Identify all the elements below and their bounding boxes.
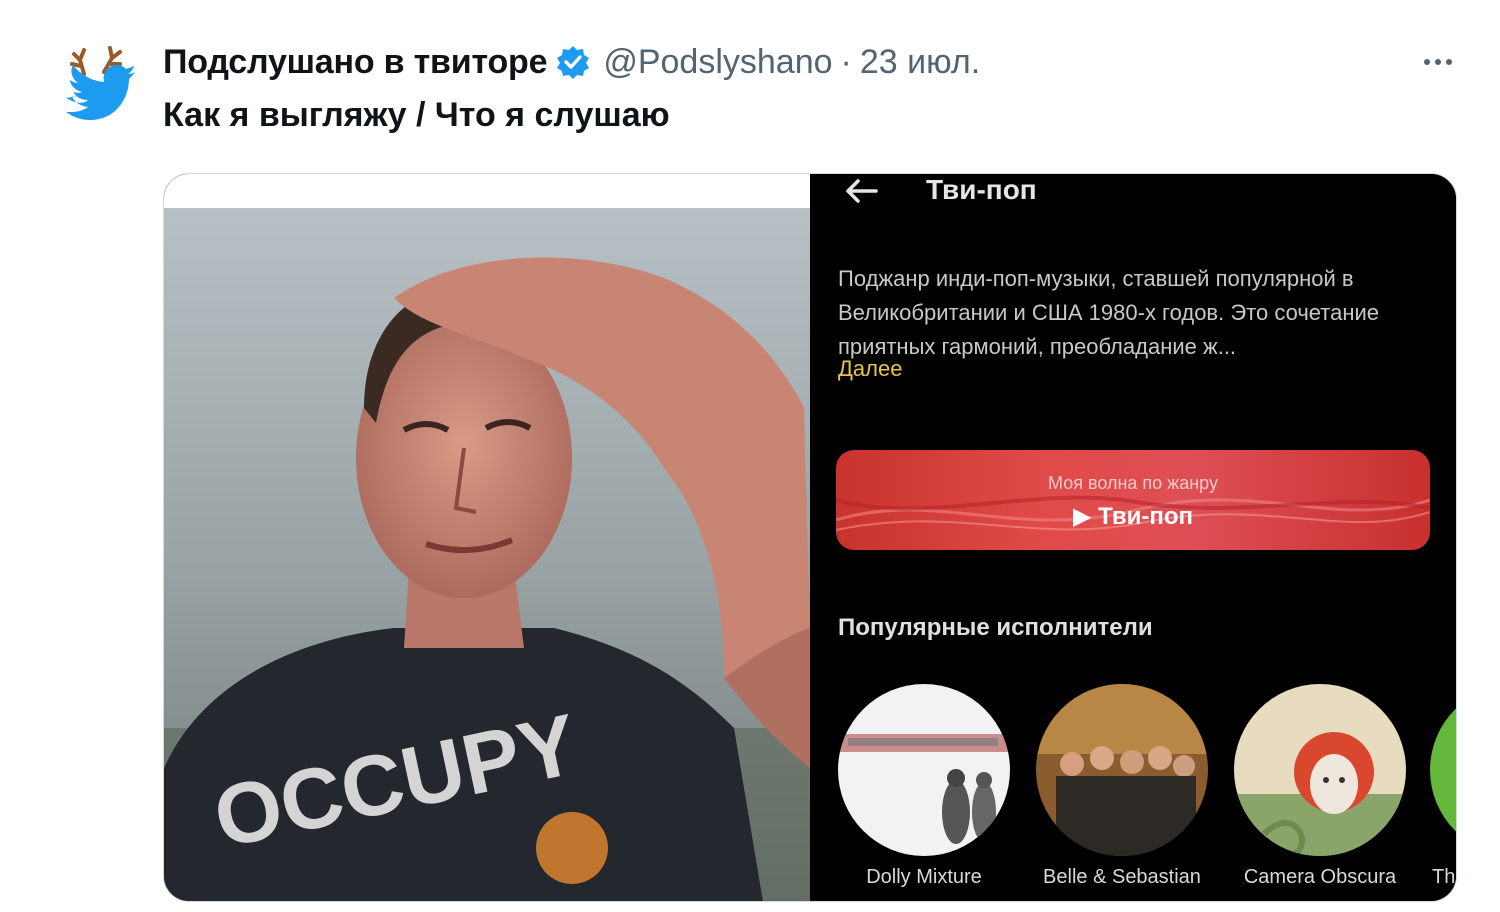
tweet-date[interactable]: 23 июл. [860,43,980,82]
artist-name: Camera Obscura [1243,866,1397,888]
artist-card[interactable]: Belle & Sebastian [1036,684,1211,888]
tweet-media[interactable]: OCCUPY Тви-поп Поджанр инди-поп-музыки, … [163,173,1457,902]
author-name[interactable]: Подслушано в твиторе [163,43,548,82]
artist-card[interactable]: Dolly Mixture [838,684,1013,888]
tweet-text: Как я выгляжу / Что я слушаю [163,96,670,134]
read-more-link[interactable]: Далее [838,356,902,382]
my-wave-genre-button[interactable]: Моя волна по жанру ▶ Тви-поп [836,450,1430,550]
artist-name: Belle & Sebastian [1043,866,1201,888]
tweet-header: Подслушано в твиторе @Podslyshano · 23 и… [163,40,980,84]
verified-badge-icon [555,44,591,80]
photo-portrait[interactable]: OCCUPY [164,174,810,901]
artist-name: Th [1432,866,1456,888]
tweet[interactable]: Подслушано в твиторе @Podslyshano · 23 и… [0,0,1500,912]
author-handle[interactable]: @Podslyshano [603,43,832,82]
artist-card[interactable]: Camera Obscura [1234,684,1409,888]
twitter-bird-with-antlers-icon[interactable] [54,40,138,130]
artist-name: Dolly Mixture [866,866,982,888]
genre-description: Поджанр инди-поп-музыки, ставшей популяр… [838,266,1380,359]
separator-dot: · [840,42,852,81]
popular-artists-heading: Популярные исполнители [838,614,1153,641]
wave-subtitle: Моя волна по жанру [1048,473,1218,493]
artist-avatar [1036,684,1208,856]
music-app-screen: Тви-поп Поджанр инди-поп-музыки, ставшей… [814,174,1456,901]
genre-title: Тви-поп [926,174,1037,205]
artist-avatar[interactable] [1430,684,1456,856]
artist-avatar [838,684,1010,856]
arrow-left-icon[interactable] [842,174,882,208]
artist-avatar [1234,684,1406,856]
wave-title: ▶ Тви-поп [1072,503,1194,530]
more-options-icon[interactable] [1410,44,1466,80]
